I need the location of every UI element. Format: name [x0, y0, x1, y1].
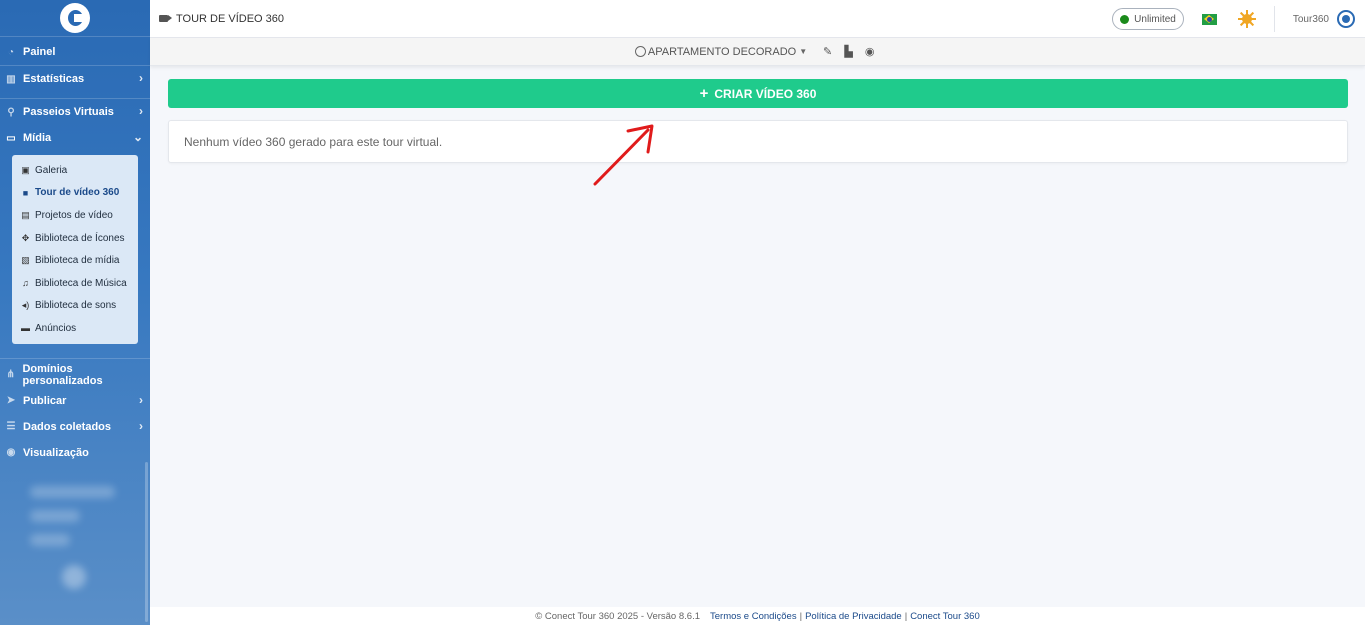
plan-badge-label: Unlimited — [1134, 13, 1176, 25]
sidebar-item-label: Publicar — [23, 394, 67, 407]
caret-down-icon: ▼ — [799, 47, 808, 56]
footer-copyright: © Conect Tour 360 2025 - Versão 8.6.1 — [535, 610, 700, 622]
submenu-item-label: Biblioteca de sons — [35, 300, 117, 312]
chevron-right-icon: › — [139, 104, 143, 118]
header-actions: Unlimited Tour360 — [1112, 0, 1365, 38]
submenu-item-projetos-de-video[interactable]: ▤ Projetos de vídeo — [12, 204, 138, 227]
sidebar-item-label: Visualização — [23, 446, 89, 459]
sidebar-item-dominios-personalizados[interactable]: ⋔ Domínios personalizados — [0, 362, 150, 388]
red-arrow-annotation — [593, 124, 654, 186]
media-submenu: ▣ Galeria ■ Tour de vídeo 360 ▤ Projetos… — [12, 155, 138, 344]
icons-icon: ✥ — [21, 232, 30, 243]
sidebar-item-label: Estatísticas — [23, 73, 85, 85]
chart-icon: ▥ — [6, 73, 16, 85]
sidebar-item-midia[interactable]: ▭ Mídia ⌄ — [0, 125, 150, 151]
photo-library-icon: ▧ — [21, 255, 30, 266]
plan-badge[interactable]: Unlimited — [1112, 8, 1184, 30]
app-logo[interactable] — [0, 0, 150, 37]
monitor-icon: ▭ — [6, 132, 16, 144]
top-header: TOUR DE VÍDEO 360 Unlimited Tour360 — [150, 0, 1365, 38]
create-video-360-button[interactable]: + CRIAR VÍDEO 360 — [168, 79, 1348, 108]
video-camera-icon: ■ — [22, 187, 29, 198]
circle-icon — [634, 46, 646, 57]
route-icon: ⚲ — [7, 106, 15, 118]
submenu-item-label: Anúncios — [35, 322, 77, 334]
submenu-item-label: Biblioteca de Música — [35, 277, 127, 289]
sitemap-icon: ⋔ — [6, 369, 15, 381]
paper-plane-icon: ➤ — [6, 395, 16, 407]
submenu-item-label: Biblioteca de mídia — [35, 255, 120, 267]
empty-state-card: Nenhum vídeo 360 gerado para este tour v… — [168, 120, 1348, 163]
dashboard-icon: ◔ — [7, 46, 15, 58]
eye-icon[interactable]: ◉ — [863, 45, 876, 58]
sidebar-item-label: Mídia — [23, 132, 52, 144]
submenu-item-galeria[interactable]: ▣ Galeria — [12, 159, 138, 182]
sidebar-item-estatisticas[interactable]: ▥ Estatísticas › — [0, 66, 150, 92]
user-name[interactable]: Tour360 — [1293, 14, 1329, 25]
sidebar-item-label: Passeios Virtuais — [23, 106, 114, 118]
sidebar-item-label: Domínios personalizados — [22, 362, 103, 387]
gallery-icon: ▣ — [21, 164, 30, 175]
sidebar-item-visualizacao[interactable]: ◉ Visualização — [0, 440, 150, 466]
blurred-sidebar-items — [0, 466, 150, 566]
sidebar-item-label: Painel — [23, 46, 56, 58]
footer-links: Termos e Condições | Política de Privacida… — [710, 610, 980, 622]
status-dot-icon — [1120, 14, 1130, 24]
volume-icon: ◂) — [21, 300, 30, 311]
create-button-label: CRIAR VÍDEO 360 — [714, 86, 817, 101]
chevron-right-icon: › — [139, 418, 143, 433]
music-icon: ♫ — [22, 278, 29, 289]
header-divider — [1273, 6, 1275, 32]
submenu-item-tour-de-video-360[interactable]: ■ Tour de vídeo 360 — [12, 182, 138, 205]
tour-toolbar: APARTAMENTO DECORADO ▼ ✎ ▙ ◉ — [150, 38, 1365, 66]
sidebar-item-label: Dados coletados — [23, 420, 112, 433]
user-avatar-icon[interactable] — [1337, 10, 1355, 28]
submenu-item-label: Projetos de vídeo — [35, 209, 113, 221]
submenu-item-anuncios[interactable]: ▬ Anúncios — [12, 317, 138, 340]
sidebar-item-publicar[interactable]: ➤ Publicar › — [0, 388, 150, 414]
chevron-right-icon: › — [139, 392, 143, 407]
submenu-item-biblioteca-de-icones[interactable]: ✥ Biblioteca de Ícones — [12, 227, 138, 250]
blurred-avatar — [62, 565, 86, 589]
ad-icon: ▬ — [21, 323, 30, 334]
database-icon: ☰ — [6, 421, 16, 433]
chevron-down-icon: ⌄ — [132, 130, 143, 144]
submenu-item-biblioteca-de-musica[interactable]: ♫ Biblioteca de Música — [12, 272, 138, 295]
plus-icon: + — [699, 85, 709, 102]
sidebar-item-painel[interactable]: ◔ Painel — [0, 39, 150, 65]
sidebar-scrollbar[interactable] — [145, 462, 148, 622]
submenu-item-biblioteca-de-midia[interactable]: ▧ Biblioteca de mídia — [12, 249, 138, 272]
chevron-right-icon: › — [139, 71, 143, 85]
submenu-item-label: Tour de vídeo 360 — [35, 187, 120, 199]
film-icon: ▤ — [21, 209, 30, 220]
sidebar-item-dados-coletados[interactable]: ☰ Dados coletados › — [0, 414, 150, 440]
submenu-item-label: Galeria — [35, 164, 68, 176]
logo-icon — [60, 3, 90, 33]
page-title: TOUR DE VÍDEO 360 — [150, 13, 284, 25]
terms-link[interactable]: Termos e Condições — [710, 611, 797, 622]
edit-icon[interactable]: ✎ — [821, 45, 834, 58]
building-icon[interactable]: ▙ — [842, 45, 855, 58]
sidebar-item-passeios-virtuais[interactable]: ⚲ Passeios Virtuais › — [0, 99, 150, 125]
submenu-item-biblioteca-de-sons[interactable]: ◂) Biblioteca de sons — [12, 295, 138, 318]
brazil-flag-icon[interactable] — [1201, 13, 1217, 25]
tour-selector[interactable]: APARTAMENTO DECORADO ▼ — [634, 45, 808, 58]
sun-icon[interactable] — [1237, 10, 1256, 28]
privacy-link[interactable]: Política de Privacidade — [805, 611, 902, 622]
tour-selector-label: APARTAMENTO DECORADO — [647, 45, 797, 58]
eye-icon: ◉ — [6, 447, 16, 459]
brand-link[interactable]: Conect Tour 360 — [910, 611, 980, 622]
page-title-text: TOUR DE VÍDEO 360 — [176, 12, 284, 25]
footer: © Conect Tour 360 2025 - Versão 8.6.1 Te… — [150, 607, 1365, 625]
video-camera-icon — [159, 15, 172, 22]
submenu-item-label: Biblioteca de Ícones — [35, 232, 125, 244]
sidebar: ◔ Painel ▥ Estatísticas › ⚲ Passeios Vir… — [0, 0, 150, 625]
empty-state-message: Nenhum vídeo 360 gerado para este tour v… — [184, 134, 443, 149]
